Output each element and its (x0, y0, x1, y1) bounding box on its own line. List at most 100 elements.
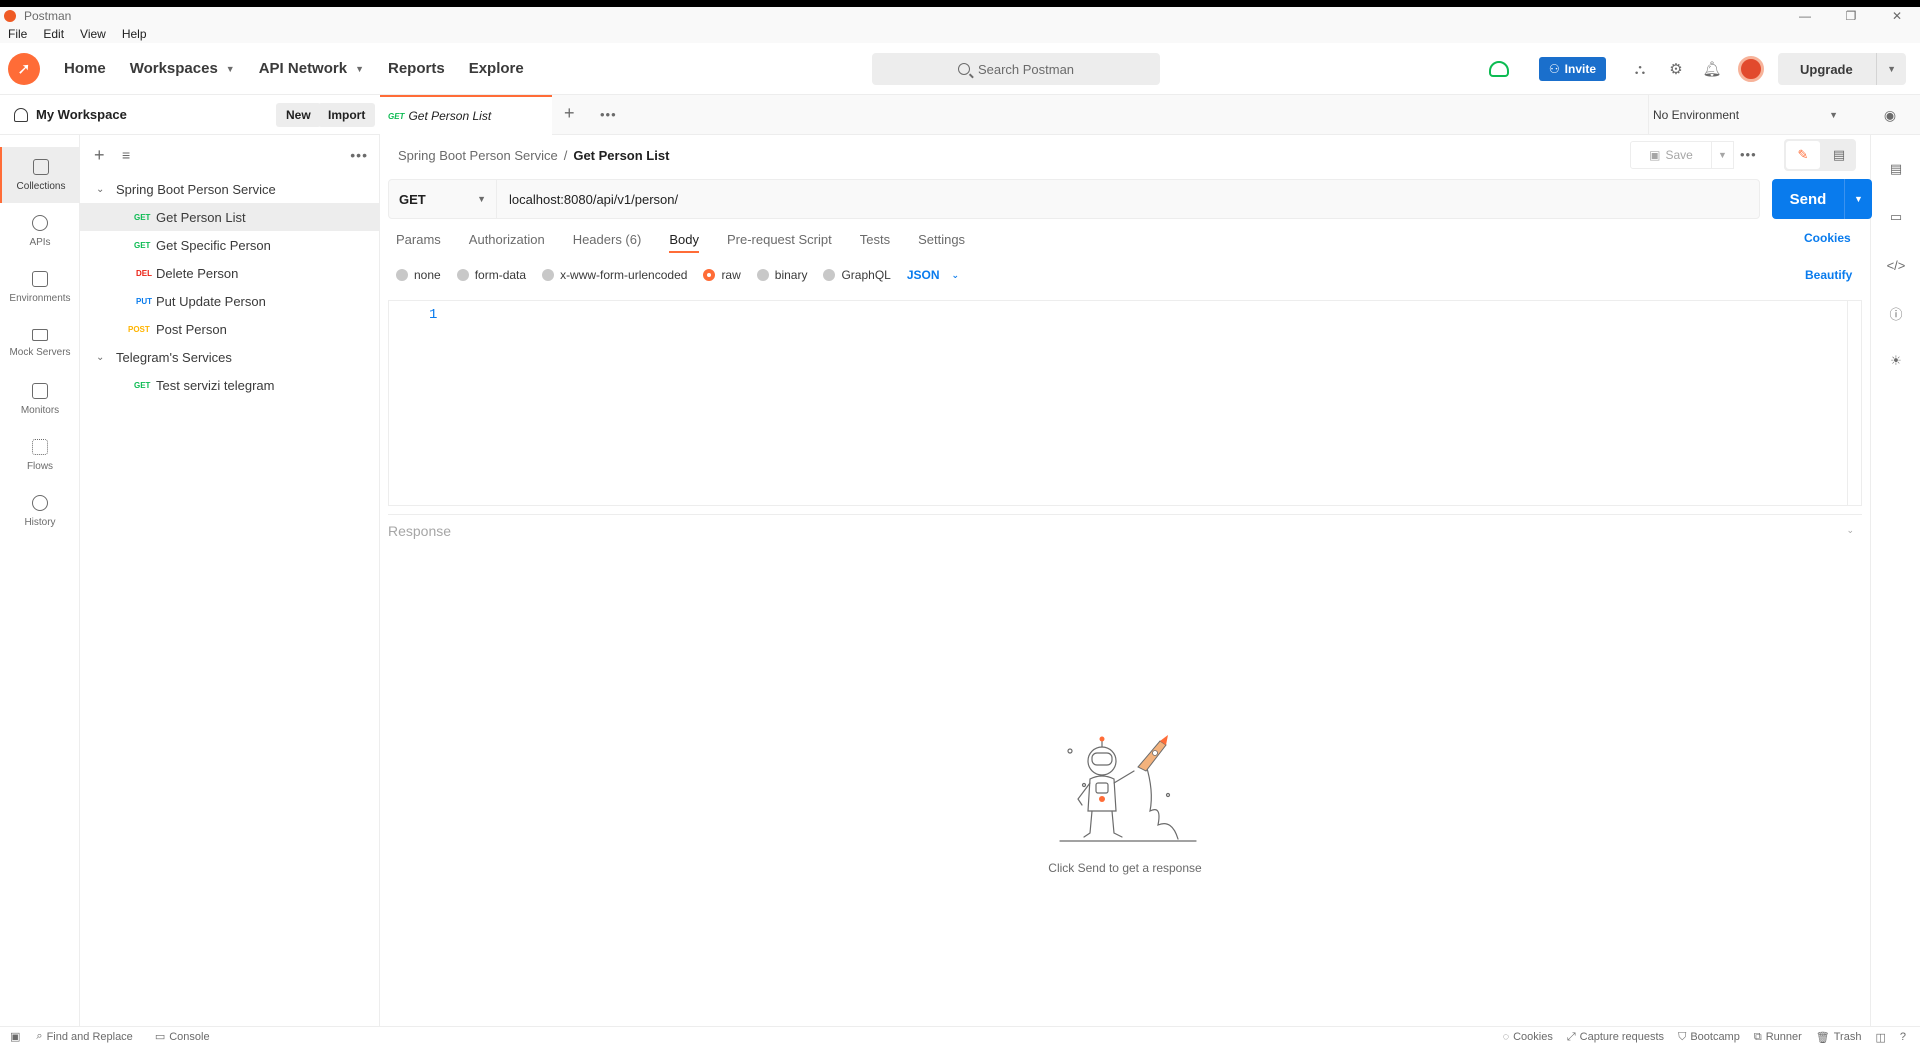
breadcrumb-parent[interactable]: Spring Boot Person Service (398, 148, 558, 163)
save-button[interactable]: ▣ Save (1630, 141, 1712, 169)
nav-workspaces[interactable]: Workspaces ▼ (130, 60, 235, 77)
tab-pre-request-script[interactable]: Pre-request Script (727, 219, 832, 259)
rail-item-collections[interactable]: Collections (0, 147, 80, 203)
menu-file[interactable]: File (0, 27, 35, 41)
invite-button[interactable]: ⚇ Invite (1538, 57, 1606, 81)
rail-item-history[interactable]: History (0, 483, 80, 539)
menu-view[interactable]: View (72, 27, 114, 41)
request-row[interactable]: POST Post Person (80, 315, 380, 343)
nav-explore[interactable]: Explore (469, 60, 524, 77)
body-editor[interactable]: 1 (388, 300, 1862, 506)
rail-label: Mock Servers (9, 346, 71, 358)
radio-x-www-form-urlencoded[interactable]: x-www-form-urlencoded (542, 268, 687, 282)
menu-help[interactable]: Help (114, 27, 155, 41)
import-button[interactable]: Import (318, 103, 376, 127)
request-row[interactable]: GET Get Specific Person (80, 231, 380, 259)
chevron-down-icon[interactable]: ⌄ (1846, 525, 1854, 536)
method-badge: GET (134, 380, 151, 390)
chevron-down-icon[interactable]: ⌄ (96, 184, 104, 195)
radio-form-data[interactable]: form-data (456, 268, 526, 282)
rail-item-monitors[interactable]: Monitors (0, 371, 80, 427)
new-tab-plus-icon[interactable]: + (564, 103, 575, 124)
help-icon[interactable]: ? (1900, 1031, 1906, 1043)
filter-icon[interactable]: ≡ (122, 147, 138, 163)
lightbulb-icon[interactable]: ☀ (1886, 351, 1906, 371)
nav-reports[interactable]: Reports (388, 60, 445, 77)
menu-edit[interactable]: Edit (35, 27, 72, 41)
plus-icon[interactable]: + (94, 145, 110, 166)
url-input[interactable] (509, 191, 1709, 207)
radio-graphql[interactable]: GraphQL (823, 268, 891, 282)
editor-scrollbar[interactable] (1847, 301, 1861, 505)
search-input[interactable]: Search Postman (872, 53, 1160, 85)
radio-raw[interactable]: raw (703, 268, 741, 282)
workspace-name[interactable]: My Workspace (36, 107, 127, 122)
trash-button[interactable]: 🗑︎ Trash (1816, 1031, 1862, 1044)
minimize-button[interactable]: — (1782, 7, 1828, 25)
new-button[interactable]: New (276, 103, 321, 127)
radio-none[interactable]: none (396, 268, 441, 282)
postman-app: Postman — ❐ ✕ File Edit View Help ➚ Home… (0, 7, 1920, 1046)
rail-item-flows[interactable]: Flows (0, 427, 80, 483)
tab-params[interactable]: Params (396, 219, 441, 259)
collection-row[interactable]: ⌄ Spring Boot Person Service (80, 175, 380, 203)
runner-button[interactable]: ⧉ Runner (1754, 1031, 1802, 1044)
method-select[interactable]: GET ▼ (389, 180, 497, 218)
eye-icon[interactable]: ◉ (1880, 105, 1900, 125)
send-button[interactable]: Send (1772, 191, 1844, 208)
upgrade-button[interactable]: Upgrade ▼ (1778, 53, 1906, 85)
nav-home[interactable]: Home (64, 60, 106, 77)
request-row[interactable]: GET Test servizi telegram (80, 371, 380, 399)
tab-authorization[interactable]: Authorization (469, 219, 545, 259)
postman-brand-icon[interactable]: ➚ (8, 52, 40, 85)
documentation-icon[interactable]: ▤ (1886, 159, 1906, 179)
chevron-down-icon[interactable]: ⌄ (96, 352, 104, 363)
comments-icon[interactable]: ▭ (1886, 207, 1906, 227)
collection-row[interactable]: ⌄ Telegram's Services (80, 343, 380, 371)
tab-headers[interactable]: Headers (6) (573, 219, 642, 259)
info-icon[interactable]: ⓘ (1886, 303, 1906, 323)
tab-body[interactable]: Body (669, 219, 699, 259)
close-button[interactable]: ✕ (1874, 7, 1920, 25)
settings-gear-icon[interactable]: ⚙ (1662, 55, 1690, 83)
bootcamp-button[interactable]: ⛉ Bootcamp (1678, 1031, 1740, 1044)
avatar[interactable] (1738, 56, 1764, 82)
chevron-down-icon[interactable]: ▼ (1844, 179, 1872, 219)
beautify-link[interactable]: Beautify (1805, 268, 1852, 282)
rail-label: Collections (16, 180, 66, 192)
request-row[interactable]: PUT Put Update Person (80, 287, 380, 315)
nav-api-network[interactable]: API Network ▼ (259, 60, 364, 77)
notifications-bell-icon[interactable]: 🔔︎ (1698, 55, 1726, 83)
sync-status-icon[interactable] (1485, 55, 1513, 83)
environment-select[interactable]: No Environment ▼ (1648, 95, 1852, 135)
console-button[interactable]: ▭ Console (155, 1030, 210, 1044)
cookies-button[interactable]: ◌ Cookies (1503, 1031, 1553, 1043)
more-options-icon[interactable]: ••• (350, 147, 368, 163)
tab-get-person-list[interactable]: GET Get Person List (380, 95, 552, 135)
capture-requests-button[interactable]: ⤢ Capture requests (1567, 1031, 1664, 1044)
radio-binary[interactable]: binary (756, 268, 807, 282)
comment-icon[interactable]: ▤ (1822, 139, 1856, 171)
request-row[interactable]: GET Get Person List (80, 203, 380, 231)
cookies-link[interactable]: Cookies (1804, 231, 1851, 245)
restore-button[interactable]: ❐ (1828, 7, 1874, 25)
find-and-replace-button[interactable]: ⌕ Find and Replace (36, 1030, 132, 1043)
two-pane-icon[interactable]: ◫ (1875, 1031, 1885, 1044)
tab-settings[interactable]: Settings (918, 219, 965, 259)
satellite-icon[interactable]: ⛬ (1626, 55, 1654, 83)
code-icon[interactable]: </> (1886, 255, 1906, 275)
tab-tests[interactable]: Tests (860, 219, 890, 259)
rail-item-environments[interactable]: Environments (0, 259, 80, 315)
more-options-icon[interactable]: ••• (1740, 147, 1757, 162)
breadcrumb-current[interactable]: Get Person List (573, 148, 669, 163)
language-select[interactable]: JSON ⌄ (907, 268, 959, 282)
rail-item-mock-servers[interactable]: Mock Servers (0, 315, 80, 371)
chevron-down-icon[interactable]: ▼ (1712, 141, 1734, 169)
request-row[interactable]: DEL Delete Person (80, 259, 380, 287)
rail-item-apis[interactable]: APIs (0, 203, 80, 259)
response-header[interactable]: Response ⌄ (388, 514, 1862, 546)
toggle-sidebar-icon[interactable]: ▣ (10, 1030, 20, 1043)
more-options-icon[interactable]: ••• (600, 107, 617, 122)
chevron-down-icon[interactable]: ▼ (1876, 53, 1896, 85)
pencil-icon[interactable]: ✎ (1786, 141, 1820, 169)
